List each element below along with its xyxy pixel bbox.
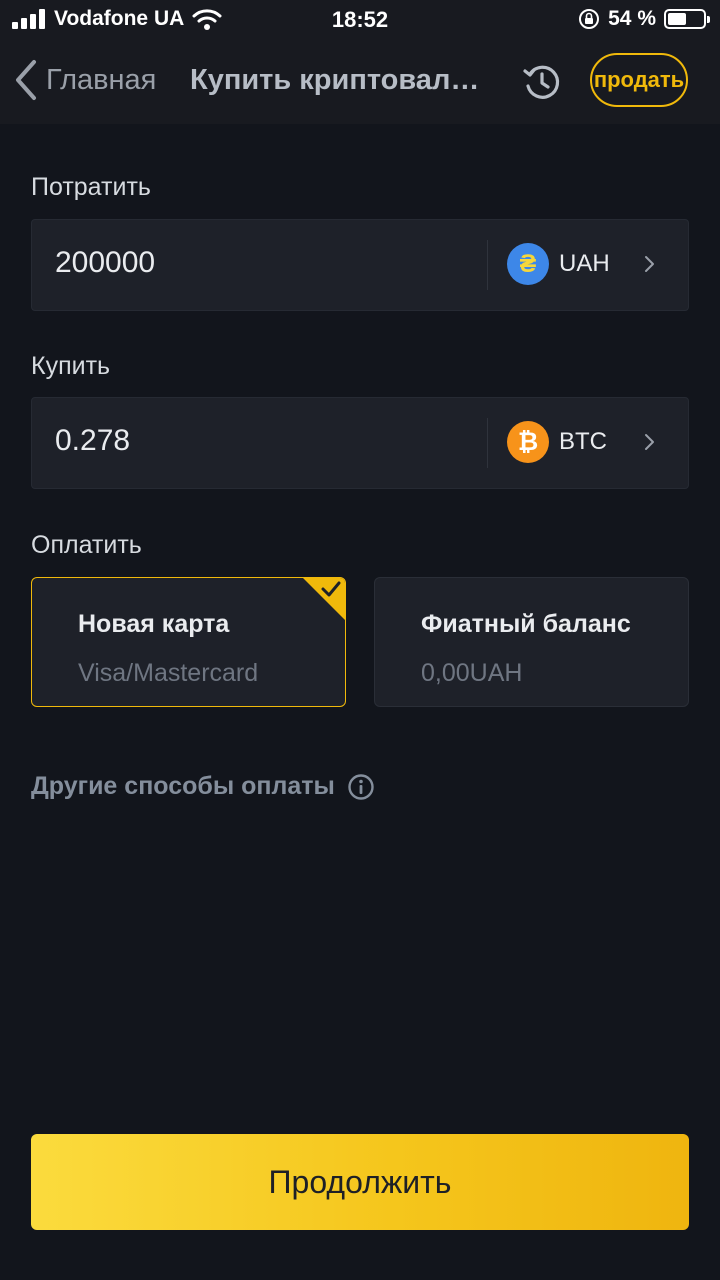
buy-input-box[interactable]: 0.278 ₿ BTC: [31, 397, 689, 489]
spend-amount[interactable]: 200000: [55, 246, 155, 280]
buy-currency-code: BTC: [559, 428, 607, 455]
back-label: Главная: [46, 63, 157, 96]
buy-divider: [487, 418, 488, 468]
rotation-lock-icon: [579, 9, 600, 29]
history-icon[interactable]: [522, 62, 562, 102]
payment-option-fiat-balance[interactable]: Фиатный баланс 0,00UAH: [374, 577, 689, 707]
sell-button[interactable]: продать: [590, 53, 688, 107]
other-payment-methods[interactable]: Другие способы оплаты: [31, 772, 375, 801]
continue-button[interactable]: Продолжить: [31, 1134, 689, 1230]
buy-currency-selector[interactable]: ₿ BTC: [507, 421, 659, 463]
back-button[interactable]: Главная: [14, 58, 156, 102]
spend-currency-code: UAH: [559, 250, 610, 277]
uah-coin-icon: ₴: [507, 243, 549, 285]
chevron-right-icon: [645, 256, 654, 272]
chevron-right-icon: [645, 434, 654, 450]
spend-input-box[interactable]: 200000 ₴ UAH: [31, 219, 689, 311]
battery-icon: [664, 9, 710, 29]
status-bar: Vodafone UA 18:52 54 %: [0, 0, 720, 40]
spend-label: Потратить: [31, 173, 151, 201]
payment-option-title: Новая карта: [78, 610, 230, 638]
payment-option-subtitle: Visa/Mastercard: [78, 659, 259, 687]
btc-coin-icon: ₿: [507, 421, 549, 463]
other-payment-methods-label: Другие способы оплаты: [31, 772, 335, 800]
payment-option-title: Фиатный баланс: [421, 610, 631, 638]
spend-currency-selector[interactable]: ₴ UAH: [507, 243, 659, 285]
status-right: 54 %: [578, 7, 710, 31]
chevron-left-icon: [16, 60, 36, 100]
payment-label: Оплатить: [31, 531, 142, 559]
buy-label: Купить: [31, 352, 111, 380]
page-title: Купить криптовалюту: [190, 64, 490, 96]
battery-fill: [668, 13, 687, 25]
spend-divider: [487, 240, 488, 290]
buy-amount[interactable]: 0.278: [55, 424, 130, 458]
payment-option-subtitle: 0,00UAH: [421, 659, 523, 687]
check-icon: [321, 581, 341, 597]
payment-option-new-card[interactable]: Новая карта Visa/Mastercard: [31, 577, 346, 707]
battery-percent: 54 %: [608, 7, 656, 30]
nav-bar: Главная Купить криптовалюту продать: [0, 40, 720, 124]
info-icon[interactable]: [347, 773, 375, 801]
